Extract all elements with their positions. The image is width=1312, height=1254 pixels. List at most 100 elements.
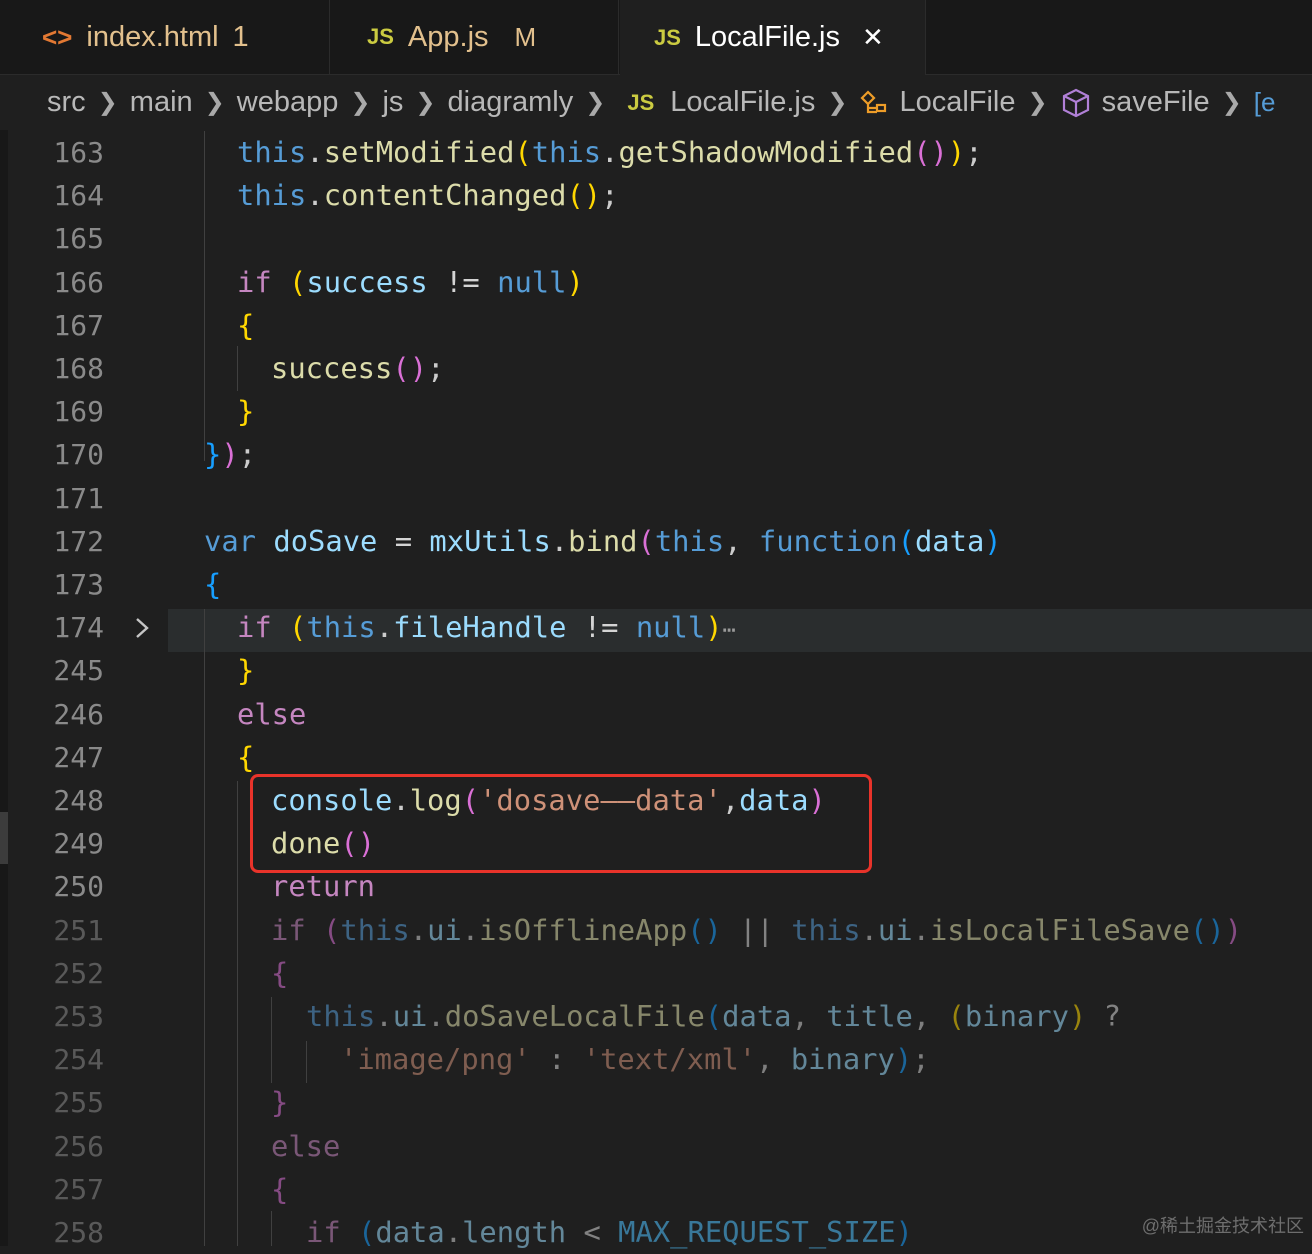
code-token: { [237,307,255,342]
code-token: function [758,523,898,558]
code-token: var doSave = mxUtils.bind(this, function… [204,523,1002,558]
code-token: { [204,567,222,601]
code-token: doSave [273,523,378,558]
code-token: () [1190,912,1225,947]
code-token: if (data.length < MAX_REQUEST_SIZE) [306,1215,913,1249]
breadcrumb-item-src[interactable]: src [47,86,86,119]
code-token: length [462,1215,567,1249]
code-line: 164 this.contentChanged(); [0,174,1312,217]
code-token: this.ui.doSaveLocalFile(data, title, (bi… [306,999,1121,1033]
watermark: @稀土掘金技术社区 [1141,1216,1304,1236]
folded-ellipsis-icon[interactable]: ⋯ [723,618,736,643]
line-number: 165 [53,222,104,256]
line-number: 248 [53,784,104,817]
code-token: ) [947,135,966,169]
code-line-dimmed: 251 if (this.ui.isOfflineApp() || this.u… [0,909,1312,952]
code-line-dimmed: 253 this.ui.doSaveLocalFile(data, title,… [0,995,1312,1038]
code-token: 'image/png' : 'text/xml', binary); [340,1042,930,1077]
code-token: ) [984,523,1002,558]
code-token: ( [289,264,307,299]
line-number: 246 [53,697,104,731]
code-token: if [237,264,272,299]
code-token: ( [897,523,915,558]
line-number: 164 [53,179,104,213]
line-number: 172 [53,524,104,558]
problem-count-badge: 1 [232,20,249,53]
code-token: MAX_REQUEST_SIZE [618,1215,896,1249]
editor-tab-bar: <> index.html 1 JS App.js M JS LocalFile… [0,0,1312,75]
tab-index-html[interactable]: <> index.html 1 [8,0,330,74]
breadcrumb-item-class[interactable]: LocalFile [899,86,1015,119]
line-number: 245 [53,654,104,688]
code-token: null [497,264,567,299]
code-line-dimmed: 252 { [0,952,1312,995]
tab-localfile-js[interactable]: JS LocalFile.js ✕ [620,0,926,75]
breadcrumb-item-method[interactable]: saveFile [1102,86,1210,119]
breadcrumb-item-diagramly[interactable]: diagramly [448,86,574,119]
code-token: != [583,610,619,645]
code-token: this [531,135,602,169]
code-token: ) [705,610,723,645]
tab-label: index.html [86,20,219,53]
line-number: 168 [53,352,104,385]
code-token: ) [1068,999,1087,1033]
code-token: ( [358,1215,376,1249]
code-token: doSaveLocalFile [444,999,705,1033]
code-token: this [237,178,307,213]
code-token: } [237,394,255,429]
tab-app-js[interactable]: JS App.js M [331,0,619,74]
js-file-icon: JS [627,89,655,115]
code-line-dimmed: 257 { [0,1168,1312,1211]
code-line: 163 this.setModified(this.getShadowModif… [0,131,1312,174]
code-token: 'image/png' [340,1042,531,1077]
line-number: 258 [53,1216,104,1249]
code-token: ( [704,999,723,1033]
code-token: ( [323,912,341,947]
code-line: 166 if (success != null) [0,261,1312,304]
breadcrumb-item-js[interactable]: js [382,86,403,119]
line-number: 169 [53,395,104,429]
code-token: ? [1103,999,1121,1033]
fold-chevron-icon[interactable] [132,616,152,640]
code-line: 246 else [0,693,1312,736]
code-token: ( [514,135,532,169]
code-token: success [306,264,428,299]
code-token: ) [566,264,584,299]
breadcrumb-item-file[interactable]: LocalFile.js [670,86,815,119]
chevron-right-icon: ❯ [350,89,371,116]
line-number: 167 [53,308,104,342]
code-token: : [548,1042,566,1077]
method-cube-icon [1062,88,1089,117]
code-token: ( [947,999,965,1033]
code-token: isOfflineApp [479,912,688,947]
tab-label: App.js [407,20,489,53]
breadcrumb-item-main[interactable]: main [130,86,193,119]
code-token: 'text/xml' [582,1042,757,1077]
code-token: null [635,610,706,645]
code-line: 247 { [0,736,1312,779]
code-token: setModified [323,135,515,169]
code-line: 165 [0,217,1312,260]
close-icon[interactable]: ✕ [862,22,884,53]
code-token: else [271,1128,341,1163]
js-file-icon: JS [654,24,681,50]
chevron-right-icon: ❯ [1221,89,1242,116]
line-number: 251 [53,913,104,947]
code-token: ) [895,1215,913,1249]
breadcrumb-item-webapp[interactable]: webapp [237,86,339,119]
code-token: ) [894,1042,913,1077]
code-token: () [392,351,428,385]
line-number: 174 [53,611,104,645]
code-token: { [271,1171,289,1206]
js-file-icon: JS [367,24,394,49]
code-token: var [204,523,257,558]
code-line-dimmed: 258 if (data.length < MAX_REQUEST_SIZE) [0,1211,1312,1254]
code-line-dimmed: 255 } [0,1081,1312,1124]
code-token: || [739,912,774,947]
code-editor[interactable]: 163 this.setModified(this.getShadowModif… [0,131,1312,1249]
line-number: 173 [53,568,104,601]
code-token: } [237,653,255,688]
chevron-right-icon: ❯ [827,89,848,116]
code-token: fileHandle [393,610,567,645]
code-token: getShadowModified [618,135,914,169]
